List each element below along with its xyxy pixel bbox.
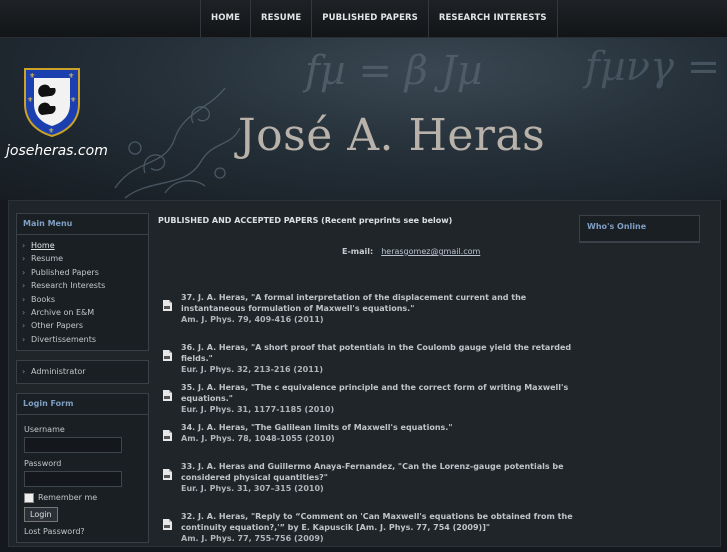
nav-resume[interactable]: RESUME (251, 0, 313, 37)
content-wrapper: Main Menu Home Resume Published Papers R… (8, 200, 721, 547)
pdf-document-icon[interactable] (162, 519, 173, 530)
paper-title: 32. J. A. Heras, "Reply to “Comment on '… (181, 512, 573, 532)
top-navigation-bar: HOME RESUME PUBLISHED PAPERS RESEARCH IN… (0, 0, 727, 38)
nav-home[interactable]: HOME (201, 0, 252, 37)
paper-title: 36. J. A. Heras, "A short proof that pot… (181, 343, 572, 363)
menu-item-administrator[interactable]: Administrator (17, 365, 148, 379)
paper-reference: Am. J. Phys. 78, 1048-1055 (2010) (181, 434, 335, 443)
menu-item-resume[interactable]: Resume (17, 252, 148, 266)
menu-item-home[interactable]: Home (17, 239, 148, 253)
paper-reference: Eur. J. Phys. 32, 213-216 (2011) (181, 365, 323, 374)
paper-title: 34. J. A. Heras, "The Galilean limits of… (181, 423, 453, 432)
main-content: PUBLISHED AND ACCEPTED PAPERS (Recent pr… (158, 216, 578, 543)
paper-reference: Eur. J. Phys. 31, 307–315 (2010) (181, 484, 324, 493)
svg-text:⚜: ⚜ (48, 127, 54, 135)
pdf-document-icon[interactable] (162, 430, 173, 441)
paper-reference: Am. J. Phys. 77, 755-756 (2009) (181, 534, 324, 543)
main-menu-list: Home Resume Published Papers Research In… (17, 235, 148, 350)
right-column: Who's Online (579, 215, 700, 252)
main-nav: HOME RESUME PUBLISHED PAPERS RESEARCH IN… (200, 0, 558, 37)
site-header: fµ = β Jµ fµνγ = 0 ⚜ ⚜ ⚜ ⚜ ⚜ joseheras.c… (0, 38, 727, 200)
email-row: E-mail: herasgomez@gmail.com (342, 247, 480, 256)
paper-title: 33. J. A. Heras and Guillermo Anaya-Fern… (181, 462, 564, 482)
decorative-swirl (114, 87, 241, 199)
remember-me-row: Remember me (24, 492, 141, 503)
header-equation-2: fµνγ = 0 (585, 44, 727, 90)
admin-menu-list: Administrator (17, 361, 148, 382)
menu-item-archive-em[interactable]: Archive on E&M (17, 306, 148, 320)
content-heading: PUBLISHED AND ACCEPTED PAPERS (Recent pr… (158, 216, 453, 225)
lost-password-link[interactable]: Lost Password? (24, 527, 141, 536)
whos-online-title: Who's Online (580, 216, 699, 242)
page-title: José A. Heras (238, 110, 546, 161)
left-column: Main Menu Home Resume Published Papers R… (16, 213, 149, 552)
paper-title: 35. J. A. Heras, "The c equivalence prin… (181, 383, 569, 403)
site-name: joseheras.com (6, 143, 108, 159)
svg-text:⚜: ⚜ (29, 72, 35, 80)
pdf-document-icon[interactable] (162, 390, 173, 401)
password-label: Password (24, 458, 62, 468)
svg-text:⚜: ⚜ (70, 96, 76, 104)
nav-published-papers[interactable]: PUBLISHED PAPERS (312, 0, 429, 37)
pdf-document-icon[interactable] (162, 300, 173, 311)
remember-me-checkbox[interactable] (24, 492, 34, 503)
main-menu-panel: Main Menu Home Resume Published Papers R… (16, 213, 149, 352)
login-form-title: Login Form (17, 394, 148, 415)
admin-panel: Administrator (16, 360, 149, 384)
nav-research-interests[interactable]: RESEARCH INTERESTS (429, 0, 558, 37)
main-menu-title: Main Menu (17, 214, 148, 235)
whos-online-panel: Who's Online (579, 215, 700, 243)
login-form-panel: Login Form Username Password Remember me… (16, 392, 149, 543)
username-label: Username (24, 424, 65, 434)
password-input[interactable] (24, 470, 122, 487)
header-equation-1: fµ = β Jµ (305, 48, 483, 94)
svg-text:⚜: ⚜ (27, 96, 33, 104)
menu-item-other-papers[interactable]: Other Papers (17, 319, 148, 333)
login-form: Username Password Remember me Login Lost… (17, 415, 148, 542)
pdf-document-icon[interactable] (162, 469, 173, 480)
paper-title: 37. J. A. Heras, "A formal interpretatio… (181, 293, 527, 313)
remember-me-label: Remember me (38, 493, 98, 503)
pdf-document-icon[interactable] (162, 350, 173, 361)
family-crest-logo: ⚜ ⚜ ⚜ ⚜ ⚜ (24, 68, 80, 138)
email-link[interactable]: herasgomez@gmail.com (381, 247, 480, 256)
paper-reference: Eur. J. Phys. 31, 1177-1185 (2010) (181, 405, 335, 414)
paper-reference: Am. J. Phys. 79, 409-416 (2011) (181, 315, 324, 324)
menu-item-published-papers[interactable]: Published Papers (17, 266, 148, 280)
menu-item-divertissements[interactable]: Divertissements (17, 333, 148, 347)
login-button[interactable]: Login (24, 506, 58, 522)
username-input[interactable] (24, 436, 122, 453)
svg-text:⚜: ⚜ (68, 72, 74, 80)
email-label: E-mail: (342, 247, 374, 256)
menu-item-books[interactable]: Books (17, 293, 148, 307)
menu-item-research-interests[interactable]: Research Interests (17, 279, 148, 293)
